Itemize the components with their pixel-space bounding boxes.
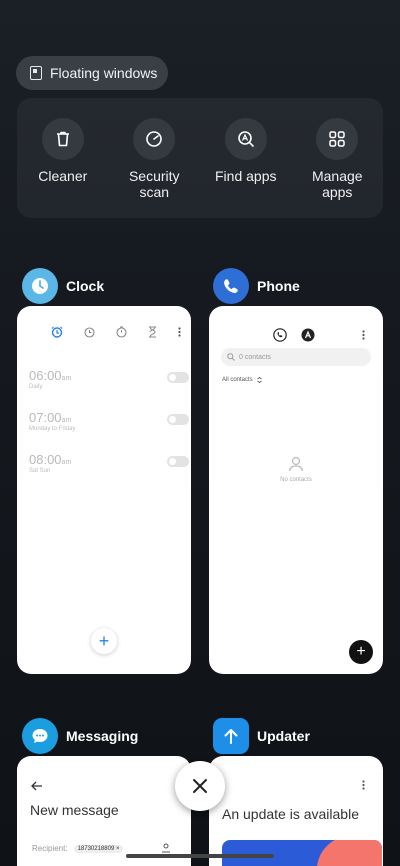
updater-app-card[interactable]: An update is available xyxy=(209,756,383,866)
messaging-app-name: Messaging xyxy=(66,728,139,744)
updater-app-icon xyxy=(213,718,249,754)
find-apps-button[interactable]: Find apps xyxy=(204,118,288,218)
phone-app-name: Phone xyxy=(257,278,300,294)
sort-icon xyxy=(256,377,262,383)
recipient-label: Recipient: xyxy=(32,844,68,853)
security-icon xyxy=(133,118,176,160)
contacts-filter-label: All contacts xyxy=(222,377,253,383)
alarm-time: 06:00am xyxy=(29,368,72,383)
contacts-search-input[interactable]: 0 contacts xyxy=(221,348,371,366)
phone-app-header[interactable]: Phone xyxy=(213,268,300,304)
phone-app-card[interactable]: 0 contacts All contacts No contacts + xyxy=(209,306,383,674)
home-indicator[interactable] xyxy=(126,854,274,858)
updater-app-name: Updater xyxy=(257,728,310,744)
add-recipient-icon[interactable] xyxy=(161,843,171,853)
new-message-title: New message xyxy=(30,802,119,818)
search-icon xyxy=(227,353,235,361)
find-apps-icon xyxy=(224,118,267,160)
clock-app-header[interactable]: Clock xyxy=(22,268,104,304)
clear-all-button[interactable] xyxy=(175,761,225,811)
security-scan-label: Security scan xyxy=(128,168,180,200)
find-apps-label: Find apps xyxy=(215,168,277,184)
calls-tab-icon[interactable] xyxy=(273,328,287,342)
messaging-app-card[interactable]: New message Recipient: 18730218809 × xyxy=(17,756,191,866)
floating-windows-button[interactable]: Floating windows xyxy=(16,56,168,90)
alarm-row[interactable]: 07:00am Monday to Friday xyxy=(29,410,189,432)
messaging-app-icon xyxy=(22,718,58,754)
contacts-filter[interactable]: All contacts xyxy=(222,377,262,383)
add-alarm-button[interactable]: + xyxy=(91,628,117,654)
clock-app-name: Clock xyxy=(66,278,105,294)
more-options-icon[interactable] xyxy=(362,330,365,340)
clock-app-card[interactable]: 06:00am Daily 07:00am Monday to Friday 0… xyxy=(17,306,191,674)
updater-app-header[interactable]: Updater xyxy=(213,718,310,754)
phone-tabs xyxy=(273,328,315,342)
alarm-toggle[interactable] xyxy=(167,414,189,425)
empty-state: No contacts xyxy=(209,456,383,483)
messaging-app-header[interactable]: Messaging xyxy=(22,718,138,754)
update-available-title: An update is available xyxy=(222,806,359,822)
clock-app-icon xyxy=(22,268,58,304)
back-arrow-icon[interactable] xyxy=(31,781,43,791)
update-banner-image xyxy=(222,840,382,866)
world-clock-tab-icon[interactable] xyxy=(84,326,95,338)
person-icon xyxy=(288,456,304,472)
floating-window-icon xyxy=(30,66,42,80)
phone-app-icon xyxy=(213,268,249,304)
alarm-row[interactable]: 08:00am Sat Sun xyxy=(29,452,189,474)
trash-icon xyxy=(41,118,84,160)
more-options-icon[interactable] xyxy=(178,327,181,337)
close-icon xyxy=(193,779,207,793)
alarm-time: 08:00am xyxy=(29,452,72,467)
alarm-repeat: Daily xyxy=(29,384,43,390)
grid-icon xyxy=(316,118,359,160)
clock-tabs xyxy=(51,326,181,338)
search-placeholder: 0 contacts xyxy=(239,353,271,361)
floating-windows-label: Floating windows xyxy=(50,65,158,81)
manage-apps-label: Manage apps xyxy=(311,168,363,200)
alarm-row[interactable]: 06:00am Daily xyxy=(29,368,189,390)
alarm-repeat: Sat Sun xyxy=(29,468,51,474)
recipient-field[interactable]: Recipient: 18730218809 × xyxy=(32,844,124,853)
alarm-repeat: Monday to Friday xyxy=(29,426,76,432)
stopwatch-tab-icon[interactable] xyxy=(116,326,127,338)
alarm-toggle[interactable] xyxy=(167,456,189,467)
add-contact-button[interactable]: + xyxy=(349,640,373,664)
alarm-time: 07:00am xyxy=(29,410,72,425)
timer-tab-icon[interactable] xyxy=(148,326,157,338)
cleaner-label: Cleaner xyxy=(38,168,88,184)
alarm-tab-icon[interactable] xyxy=(51,326,63,338)
manage-apps-button[interactable]: Manage apps xyxy=(295,118,379,218)
contacts-tab-icon[interactable] xyxy=(301,328,315,342)
recipient-chip[interactable]: 18730218809 × xyxy=(73,844,124,853)
more-options-icon[interactable] xyxy=(362,780,365,790)
alarm-toggle[interactable] xyxy=(167,372,189,383)
security-scan-button[interactable]: Security scan xyxy=(112,118,196,218)
quick-tools-panel: Cleaner Security scan Find apps Manage a… xyxy=(17,98,383,218)
cleaner-button[interactable]: Cleaner xyxy=(21,118,105,218)
empty-contacts-text: No contacts xyxy=(280,477,312,483)
